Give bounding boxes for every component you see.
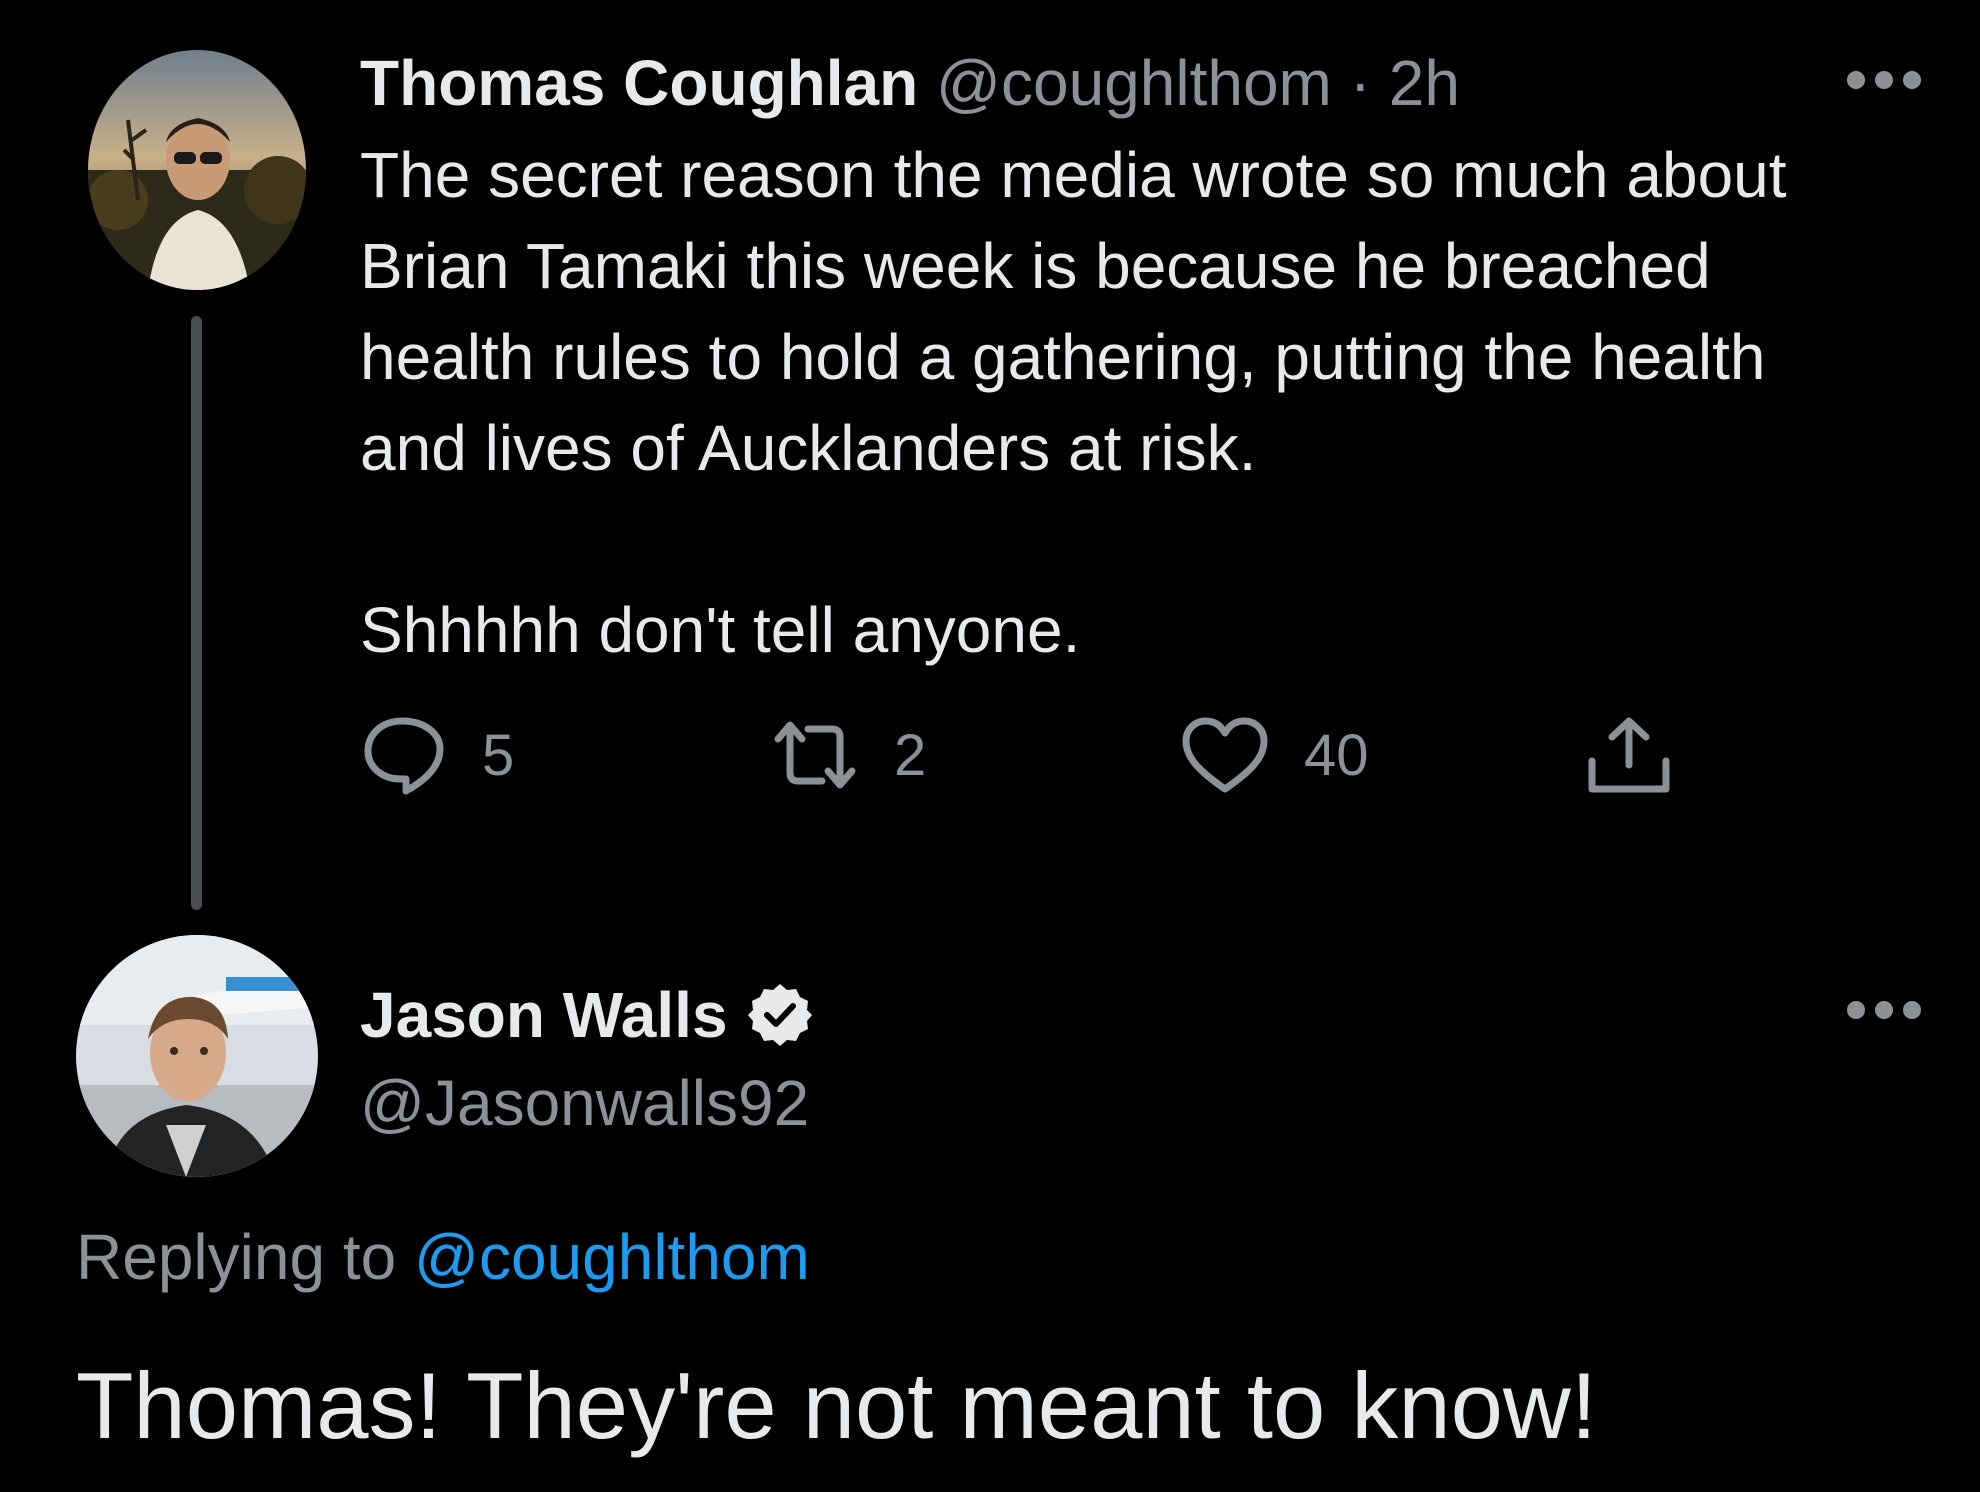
- replying-to-mention-link[interactable]: @coughlthom: [414, 1221, 810, 1293]
- avatar-photo: [76, 935, 318, 1177]
- retweet-count: 2: [894, 722, 927, 788]
- tweet-header: Thomas Coughlan @coughlthom · 2h: [360, 38, 1460, 128]
- more-dots-icon[interactable]: [1844, 998, 1924, 1022]
- tweet-text: The secret reason the media wrote so muc…: [360, 130, 1960, 676]
- comment-bubble-icon: [364, 717, 444, 795]
- author-handle[interactable]: @coughlthom: [936, 47, 1332, 119]
- tweet-text-line: health rules to hold a gathering, puttin…: [360, 321, 1766, 393]
- reply-button[interactable]: 5: [362, 715, 514, 795]
- tweet-text-line: and lives of Aucklanders at risk.: [360, 412, 1257, 484]
- replying-to-line: Replying to @coughlthom: [76, 1212, 810, 1302]
- heart-icon: [1182, 717, 1268, 793]
- tweet-timestamp[interactable]: 2h: [1389, 47, 1460, 119]
- tweet-text-line: Brian Tamaki this week is because he bre…: [360, 230, 1711, 302]
- author-display-name[interactable]: Thomas Coughlan: [360, 47, 918, 119]
- retweet-icon: [774, 721, 856, 789]
- retweet-button[interactable]: 2: [770, 715, 926, 795]
- avatar-photo: [88, 50, 306, 290]
- thread-connector-line: [191, 316, 202, 910]
- more-dots-icon[interactable]: [1844, 68, 1924, 92]
- share-button[interactable]: [1584, 715, 1674, 795]
- share-upload-icon: [1588, 717, 1670, 793]
- replying-to-label: Replying to: [76, 1221, 397, 1293]
- tweet-text-line: The secret reason the media wrote so muc…: [360, 139, 1787, 211]
- like-button[interactable]: 40: [1180, 715, 1369, 795]
- tweet-text-line: Shhhhh don't tell anyone.: [360, 594, 1081, 666]
- avatar-jason-walls[interactable]: [76, 935, 318, 1177]
- verified-badge-icon: [747, 984, 812, 1046]
- like-count: 40: [1304, 722, 1369, 788]
- reply-author-row: Jason Walls: [360, 970, 814, 1060]
- reply-tweet-text: Thomas! They're not meant to know!: [76, 1353, 1597, 1458]
- reply-author-handle[interactable]: @Jasonwalls92: [360, 1058, 809, 1148]
- reply-count: 5: [482, 722, 515, 788]
- avatar-thomas-coughlan[interactable]: [88, 50, 306, 290]
- separator-dot: ·: [1349, 47, 1371, 119]
- reply-author-display-name[interactable]: Jason Walls: [360, 970, 728, 1060]
